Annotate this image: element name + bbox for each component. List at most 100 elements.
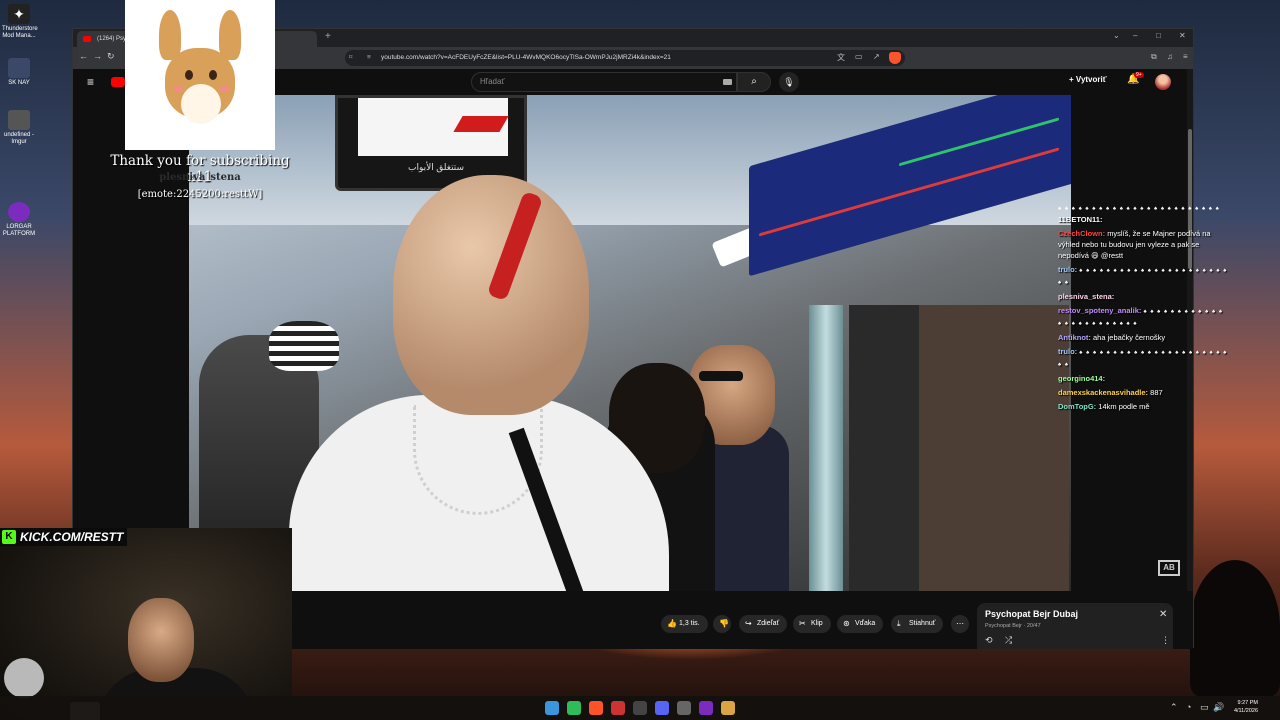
thanks-label: Vďaka — [855, 620, 876, 627]
create-label: Vytvoriť — [1075, 75, 1107, 84]
desktop-icon-lorgar[interactable]: LORGAR PLATFORM — [2, 202, 36, 238]
scissors-icon: ✂ — [799, 619, 806, 628]
dog-chest — [181, 84, 221, 124]
download-icon: ⤓ — [897, 619, 901, 628]
forward-arrow-icon[interactable]: → — [93, 51, 102, 61]
settings-gear-icon[interactable] — [677, 701, 691, 715]
share-button[interactable]: ↪ Zdieľať — [739, 615, 788, 633]
more-dots-icon: ⋯ — [956, 619, 964, 628]
like-button[interactable]: 👍 1,3 tis. — [661, 615, 708, 633]
chat-emote-row: ♠ ♠ ♠ ♠ ♠ ♠ ♠ ♠ ♠ ♠ ♠ ♠ ♠ ♠ ♠ ♠ ♠ ♠ ♠ ♠ … — [1058, 206, 1220, 212]
video-player[interactable]: ستتغلق الأبواب — [189, 95, 1071, 591]
close-icon[interactable]: ✕ — [1159, 609, 1167, 620]
chat-text: 14km podle mě — [1098, 402, 1150, 411]
tray-chevron-icon[interactable]: ⌃ — [1170, 702, 1178, 713]
tab-list-chevron-icon[interactable]: ⌄ — [1113, 31, 1120, 40]
file-app-icon[interactable] — [633, 701, 647, 715]
chat-message: restov_spoteny_analik: ♠ ♠ ♠ ♠ ♠ ♠ ♠ ♠ ♠… — [1058, 305, 1228, 329]
chat-username: trulo: — [1058, 265, 1078, 274]
brave-browser-icon[interactable] — [589, 701, 603, 715]
extensions-icon[interactable]: ⧉ — [1151, 52, 1157, 62]
chat-message: Antiknot: aha jebačky černošky — [1058, 332, 1228, 343]
sub-alert-emote: [emote:2245200:resttW] — [137, 189, 263, 200]
chat-emotes: ♠ ♠ ♠ ♠ ♠ ♠ ♠ ♠ ♠ ♠ ♠ ♠ ♠ ♠ ♠ ♠ ♠ ♠ ♠ ♠ … — [1058, 268, 1228, 286]
maximize-button[interactable]: □ — [1156, 31, 1161, 40]
avatar[interactable] — [1155, 74, 1171, 90]
desktop-icon-imgur[interactable]: undefined - Imgur — [2, 110, 36, 146]
desktop-icon-label: LORGAR PLATFORM — [2, 224, 36, 237]
shuffle-icon[interactable]: ⤮ — [1005, 635, 1012, 646]
reload-icon[interactable]: ↻ — [107, 51, 115, 62]
dog-ear — [219, 10, 241, 60]
thanks-button[interactable]: ⊛ Vďaka — [837, 615, 884, 633]
clock-time: 9:27 PM — [1237, 700, 1258, 706]
thumbs-up-icon: 👍 — [667, 619, 677, 628]
volume-icon[interactable]: 🔊 — [1213, 702, 1224, 713]
site-info-icon[interactable]: ≡ — [367, 50, 371, 66]
kick-url-banner: K KICK.COM/RESTT — [0, 528, 128, 546]
kick-logo-icon: K — [2, 530, 16, 544]
kick-url-text: KICK.COM/RESTT — [20, 530, 124, 544]
app-purple-icon[interactable] — [699, 701, 713, 715]
chat-text: aha jebačky černošky — [1093, 333, 1166, 342]
clock-date: 4/11/2026 — [1233, 708, 1258, 714]
search-input[interactable]: Hľadať — [471, 72, 737, 92]
share-icon[interactable]: ↗ — [873, 52, 880, 61]
new-tab-button[interactable]: + — [325, 31, 331, 42]
playlist-panel[interactable]: Psychopat Bejr Dubaj Psychopat Bejr · 20… — [977, 603, 1173, 649]
menu-icon[interactable]: ≡ — [1183, 52, 1188, 61]
chat-username: DomTopG: — [1058, 402, 1097, 411]
lorgar-icon — [8, 202, 30, 222]
playlist-menu-icon[interactable]: ⋮ — [1161, 635, 1170, 646]
thunderstore-icon: ✦ — [8, 4, 30, 24]
chat-emotes: ♠ ♠ ♠ ♠ ♠ ♠ ♠ ♠ ♠ ♠ ♠ ♠ ♠ ♠ ♠ ♠ ♠ ♠ ♠ ♠ … — [1058, 350, 1228, 368]
app-green-icon[interactable] — [567, 701, 581, 715]
create-button[interactable]: + Vytvoriť — [1069, 75, 1107, 84]
search-icon: ⌕ — [751, 76, 757, 87]
webcam-feed — [0, 528, 292, 720]
pin-app-icon[interactable] — [611, 701, 625, 715]
search-button[interactable]: ⌕ — [737, 72, 771, 92]
cast-icon[interactable]: ▭ — [855, 52, 863, 61]
desktop-icon-thunderstore[interactable]: ✦ Thunderstore Mod Mana... — [2, 4, 38, 40]
brave-shield-icon[interactable] — [889, 52, 901, 64]
loop-icon[interactable]: ⟲ — [985, 635, 993, 646]
video-sign-text: ستتغلق الأبواب — [408, 162, 465, 172]
system-clock[interactable]: 9:27 PM 4/11/2026 — [1228, 699, 1258, 715]
address-bar[interactable]: ⌑ ≡ youtube.com/watch?v=AcFDEUyFcZE&list… — [345, 50, 905, 66]
sub-alert-username: plesniva_stena — [159, 172, 241, 183]
desktop-icon-sk-nay[interactable]: SK NAY — [2, 58, 36, 87]
voice-search-button[interactable]: 🎙 — [779, 72, 799, 92]
app-yellow-icon[interactable] — [721, 701, 735, 715]
download-button[interactable]: ⤓ Stiahnuť — [891, 615, 944, 633]
share-label: Zdieľať — [757, 620, 780, 627]
close-window-button[interactable]: ✕ — [1179, 31, 1186, 40]
chat-username: restov_spoteny_analik: — [1058, 306, 1142, 315]
thanks-icon: ⊛ — [843, 619, 850, 628]
chat-message: georgino414: — [1058, 373, 1228, 384]
display-icon[interactable]: ▭ — [1200, 702, 1209, 713]
webcam-figurine — [4, 658, 44, 698]
watermark-logo: AB — [1158, 560, 1180, 576]
network-icon[interactable]: ◔ — [1186, 702, 1191, 712]
clip-label: Klip — [811, 620, 823, 627]
clip-button[interactable]: ✂ Klip — [793, 615, 831, 633]
youtube-logo[interactable] — [111, 77, 125, 87]
translate-icon[interactable]: 文 — [837, 52, 845, 63]
chat-message: damexskackenasvihadle: 887 — [1058, 387, 1228, 398]
keyboard-icon[interactable] — [723, 79, 732, 85]
media-icon[interactable]: ♫ — [1167, 52, 1173, 61]
discord-icon[interactable] — [655, 701, 669, 715]
chat-username: georgino414: — [1058, 374, 1106, 383]
more-actions-button[interactable]: ⋯ — [951, 615, 969, 633]
bookmark-icon[interactable]: ⌑ — [349, 50, 352, 66]
youtube-favicon-icon — [83, 36, 91, 42]
chat-username: Antiknot: — [1058, 333, 1091, 342]
dog-eye — [185, 70, 193, 80]
hamburger-menu-icon[interactable]: ≡ — [87, 75, 94, 89]
minimize-button[interactable]: – — [1133, 31, 1137, 40]
back-arrow-icon[interactable]: ← — [79, 51, 88, 61]
stream-chat: ♠ ♠ ♠ ♠ ♠ ♠ ♠ ♠ ♠ ♠ ♠ ♠ ♠ ♠ ♠ ♠ ♠ ♠ ♠ ♠ … — [1058, 205, 1228, 415]
dislike-button[interactable]: 👎 — [713, 615, 731, 633]
windows-start-icon[interactable] — [545, 701, 559, 715]
